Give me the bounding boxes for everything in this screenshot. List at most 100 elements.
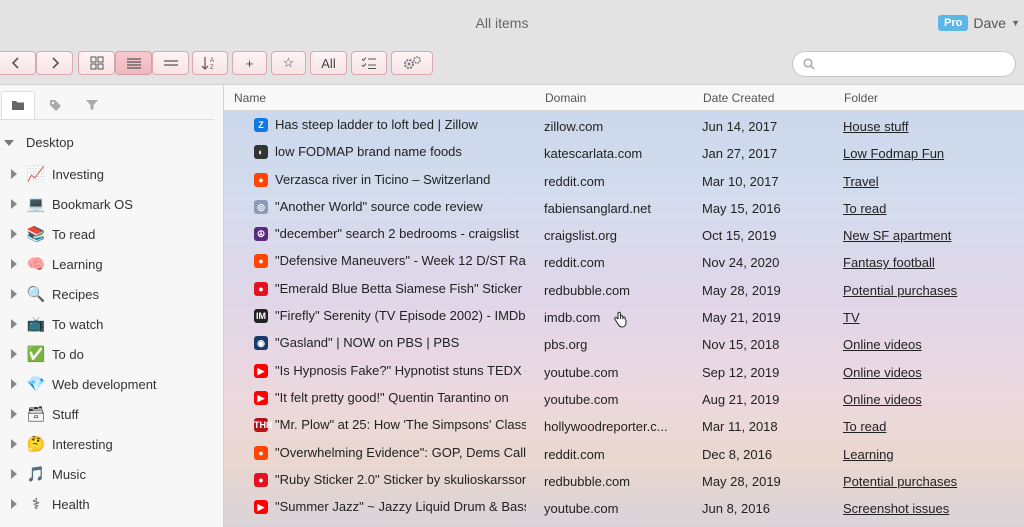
table-row[interactable]: ● "Defensive Maneuvers" - Week 12 D/ST Ra… (224, 248, 1024, 275)
tab-folders[interactable] (1, 91, 35, 119)
item-name[interactable]: "Mr. Plow" at 25: How 'The Simpsons' Cla… (275, 417, 526, 432)
sidebar-folder[interactable]: ✅ To do (0, 339, 222, 369)
expand-right-icon[interactable] (11, 229, 17, 239)
item-name[interactable]: "Gasland" | NOW on PBS | PBS (275, 335, 526, 350)
item-folder-link[interactable]: Online videos (843, 392, 922, 407)
chevron-right-icon (51, 57, 59, 69)
settings-button[interactable] (391, 51, 433, 75)
sidebar-folder[interactable]: 📚 To read (0, 219, 222, 249)
item-folder-link[interactable]: Screenshot issues (843, 501, 949, 516)
table-row[interactable]: ◎ "Another World" source code review fabie… (224, 194, 1024, 221)
table-row[interactable]: THR "Mr. Plow" at 25: How 'The Simpsons' … (224, 412, 1024, 439)
item-folder-link[interactable]: Potential purchases (843, 474, 957, 489)
expand-down-icon[interactable] (4, 139, 14, 146)
item-name[interactable]: low FODMAP brand name foods (275, 144, 526, 159)
item-folder-link[interactable]: To read (843, 419, 886, 434)
expand-right-icon[interactable] (11, 289, 17, 299)
item-name[interactable]: "december" search 2 bedrooms - craigslis… (275, 226, 526, 241)
expand-right-icon[interactable] (11, 349, 17, 359)
table-row[interactable]: ▶ "It felt pretty good!" Quentin Tarantin… (224, 385, 1024, 412)
sort-az-icon: A Z (201, 57, 214, 71)
item-date: Aug 21, 2019 (702, 391, 780, 407)
item-name[interactable]: "Ruby Sticker 2.0" Sticker by skulioskar… (275, 472, 526, 487)
sidebar-folder-label: Music (52, 466, 86, 482)
item-folder-link[interactable]: House stuff (843, 119, 909, 134)
items-table: Name Domain Date Created Folder Z Has ste… (224, 85, 1024, 527)
expand-right-icon[interactable] (11, 409, 17, 419)
grid-view-button[interactable] (78, 51, 115, 75)
table-row[interactable]: ● "Ruby Sticker 2.0" Sticker by skulioska… (224, 467, 1024, 494)
search-input[interactable] (821, 56, 1005, 72)
item-name[interactable]: "Defensive Maneuvers" - Week 12 D/ST Ran… (275, 253, 526, 268)
search-box[interactable] (792, 51, 1016, 77)
column-date-header[interactable]: Date Created (703, 91, 774, 105)
item-name[interactable]: "Another World" source code review (275, 199, 526, 214)
sidebar-folder[interactable]: 📈 Investing (0, 159, 222, 189)
sidebar-folder[interactable]: ⚕ Health (0, 489, 222, 519)
sort-button[interactable]: A Z (192, 51, 228, 75)
sidebar-folder[interactable]: 🤔 Interesting (0, 429, 222, 459)
expand-right-icon[interactable] (11, 259, 17, 269)
sidebar-folder[interactable]: 💎 Web development (0, 369, 222, 399)
expand-right-icon[interactable] (11, 439, 17, 449)
tab-tags[interactable] (38, 91, 72, 119)
sidebar-folder[interactable]: 🗃 Stuff (0, 399, 222, 429)
item-name[interactable]: "Overwhelming Evidence": GOP, Dems Call (275, 445, 526, 460)
table-row[interactable]: ☮ "december" search 2 bedrooms - craigsli… (224, 221, 1024, 248)
item-folder-link[interactable]: Learning (843, 447, 894, 462)
favorite-button[interactable]: ☆ (271, 51, 306, 75)
table-row[interactable]: ● "Overwhelming Evidence": GOP, Dems Call… (224, 440, 1024, 467)
column-domain-header[interactable]: Domain (545, 91, 586, 105)
select-button[interactable] (351, 51, 387, 75)
reddit-icon: ● (254, 445, 268, 460)
back-button[interactable] (0, 51, 36, 75)
item-folder-link[interactable]: Potential purchases (843, 283, 957, 298)
item-name[interactable]: "Emerald Blue Betta Siamese Fish" Sticke… (275, 281, 526, 296)
table-row[interactable]: ◐ low FODMAP brand name foods katescarlata… (224, 139, 1024, 166)
sidebar-folder[interactable]: 💻 Bookmark OS (0, 189, 222, 219)
table-row[interactable]: ● "Emerald Blue Betta Siamese Fish" Stick… (224, 276, 1024, 303)
expand-right-icon[interactable] (11, 499, 17, 509)
item-domain: zillow.com (544, 119, 604, 134)
column-folder-header[interactable]: Folder (844, 91, 878, 105)
expand-right-icon[interactable] (11, 199, 17, 209)
add-button[interactable]: + (232, 51, 267, 75)
list-view-button[interactable] (115, 51, 152, 75)
table-row[interactable]: ▶ "Is Hypnosis Fake?" Hypnotist stuns TED… (224, 358, 1024, 385)
item-name[interactable]: Verzasca river in Ticino – Switzerland (275, 172, 526, 187)
sidebar-folder[interactable]: 🔍 Recipes (0, 279, 222, 309)
item-folder-link[interactable]: Low Fodmap Fun (843, 146, 944, 161)
item-name[interactable]: Has steep ladder to loft bed | Zillow (275, 117, 526, 132)
item-name[interactable]: "Summer Jazz" ~ Jazzy Liquid Drum & Bass… (275, 499, 526, 514)
table-row[interactable]: ▶ "Summer Jazz" ~ Jazzy Liquid Drum & Bas… (224, 494, 1024, 521)
sidebar-folder[interactable]: 📺 To watch (0, 309, 222, 339)
item-folder-link[interactable]: New SF apartment (843, 228, 951, 243)
column-name-header[interactable]: Name (234, 91, 266, 105)
item-folder-link[interactable]: Online videos (843, 337, 922, 352)
item-name[interactable]: "Firefly" Serenity (TV Episode 2002) - I… (275, 308, 526, 323)
item-folder-link[interactable]: Fantasy football (843, 255, 935, 270)
expand-right-icon[interactable] (11, 469, 17, 479)
forward-button[interactable] (36, 51, 73, 75)
all-button[interactable]: All (310, 51, 347, 75)
item-name[interactable]: "Is Hypnosis Fake?" Hypnotist stuns TEDX… (275, 363, 526, 378)
table-row[interactable]: ● Verzasca river in Ticino – Switzerland r… (224, 167, 1024, 194)
item-folder-link[interactable]: To read (843, 201, 886, 216)
expand-right-icon[interactable] (11, 169, 17, 179)
sidebar-folder[interactable]: 🎵 Music (0, 459, 222, 489)
expand-right-icon[interactable] (11, 379, 17, 389)
item-folder-link[interactable]: Online videos (843, 365, 922, 380)
table-row[interactable]: ◉ "Gasland" | NOW on PBS | PBS pbs.org Nov … (224, 330, 1024, 357)
tree-root-desktop[interactable]: Desktop (0, 135, 74, 150)
sidebar-folder[interactable]: 🧠 Learning (0, 249, 222, 279)
compact-view-button[interactable] (152, 51, 189, 75)
expand-right-icon[interactable] (11, 319, 17, 329)
tab-filters[interactable] (75, 91, 109, 119)
item-name[interactable]: "It felt pretty good!" Quentin Tarantino… (275, 390, 526, 405)
item-folder-link[interactable]: TV (843, 310, 860, 325)
item-date: Oct 15, 2019 (702, 228, 777, 244)
item-folder-link[interactable]: Travel (843, 174, 879, 189)
user-menu[interactable]: Pro Dave ▼ (938, 15, 1020, 31)
table-row[interactable]: Z Has steep ladder to loft bed | Zillow zi… (224, 112, 1024, 139)
sidebar-folder-label: To do (52, 346, 84, 362)
